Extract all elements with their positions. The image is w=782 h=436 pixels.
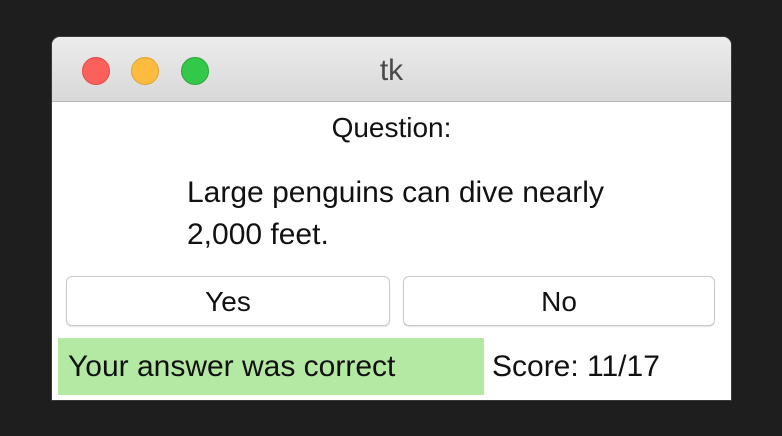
- yes-button[interactable]: Yes: [66, 276, 390, 326]
- quiz-panel: Question: Large penguins can dive nearly…: [52, 102, 731, 400]
- score-label: Score: 11/17: [492, 350, 660, 383]
- title-bar[interactable]: tk: [52, 37, 731, 102]
- feedback-label: Your answer was correct: [58, 338, 484, 395]
- window-title: tk: [379, 54, 404, 87]
- question-label: Question:: [331, 112, 452, 143]
- no-button[interactable]: No: [403, 276, 715, 326]
- question-text: Large penguins can dive nearly 2,000 fee…: [187, 176, 604, 251]
- app-window: tk Question: Large penguins can dive nea…: [52, 37, 731, 400]
